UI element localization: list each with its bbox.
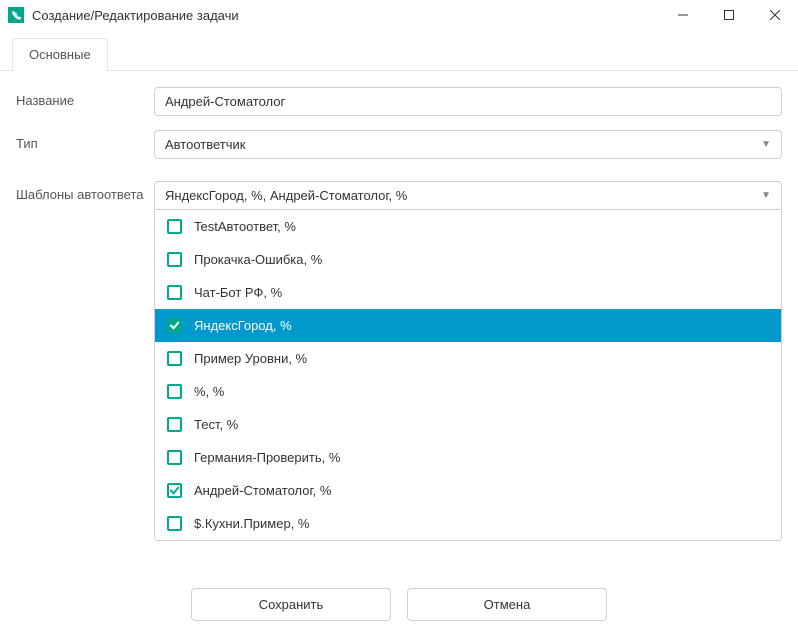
template-option-label: Тест, % — [194, 417, 238, 432]
template-option-label: %, % — [194, 384, 224, 399]
template-option[interactable]: Чат-Бот РФ, % — [155, 276, 781, 309]
name-input[interactable] — [154, 87, 782, 116]
template-option[interactable]: Прокачка-Ошибка, % — [155, 243, 781, 276]
templates-dropdown[interactable]: TestАвтоответ, % Прокачка-Ошибка, % Чат-Бо… — [154, 210, 782, 541]
template-option[interactable]: %, % — [155, 375, 781, 408]
template-option-label: Германия-Проверить, % — [194, 450, 340, 465]
template-option-label: ЯндексГород, % — [194, 318, 292, 333]
template-option-label: Пример Уровни, % — [194, 351, 307, 366]
template-option[interactable]: Тест, % — [155, 408, 781, 441]
template-option-label: Андрей-Стоматолог, % — [194, 483, 331, 498]
checkbox[interactable] — [167, 384, 182, 399]
template-option[interactable]: TestАвтоответ, % — [155, 210, 781, 243]
chevron-down-icon: ▼ — [761, 139, 771, 150]
template-option-label: Прокачка-Ошибка, % — [194, 252, 322, 267]
checkbox[interactable] — [167, 417, 182, 432]
checkbox[interactable] — [167, 285, 182, 300]
checkbox[interactable] — [167, 351, 182, 366]
checkbox[interactable] — [167, 318, 182, 333]
templates-select-value: ЯндексГород, %, Андрей-Стоматолог, % — [165, 188, 407, 203]
type-select-value: Автоответчик — [165, 137, 245, 152]
checkbox[interactable] — [167, 252, 182, 267]
template-option[interactable]: Германия-Проверить, % — [155, 441, 781, 474]
template-option[interactable]: Андрей-Стоматолог, % — [155, 474, 781, 507]
template-option[interactable]: $.Кухни.Пример, % — [155, 507, 781, 540]
app-icon — [8, 7, 24, 23]
cancel-button[interactable]: Отмена — [407, 588, 607, 621]
type-label: Тип — [16, 130, 154, 151]
maximize-button[interactable] — [706, 0, 752, 30]
template-option-label: Чат-Бот РФ, % — [194, 285, 282, 300]
form: Название Тип Автоответчик ▼ Шаблоны авто… — [0, 71, 798, 571]
save-button[interactable]: Сохранить — [191, 588, 391, 621]
template-option[interactable]: ЯндексГород, % — [155, 309, 781, 342]
checkbox[interactable] — [167, 219, 182, 234]
minimize-button[interactable] — [660, 0, 706, 30]
titlebar: Создание/Редактирование задачи — [0, 0, 798, 30]
tabs: Основные — [0, 30, 798, 71]
checkbox[interactable] — [167, 516, 182, 531]
templates-label: Шаблоны автоответа — [16, 181, 154, 202]
chevron-down-icon: ▼ — [761, 190, 771, 201]
template-option[interactable]: Пример Уровни, % — [155, 342, 781, 375]
name-label: Название — [16, 87, 154, 108]
close-button[interactable] — [752, 0, 798, 30]
templates-select[interactable]: ЯндексГород, %, Андрей-Стоматолог, % ▼ — [154, 181, 782, 210]
tab-main[interactable]: Основные — [12, 38, 108, 71]
checkbox[interactable] — [167, 483, 182, 498]
checkbox[interactable] — [167, 450, 182, 465]
type-select[interactable]: Автоответчик ▼ — [154, 130, 782, 159]
window-title: Создание/Редактирование задачи — [32, 8, 660, 23]
footer: Сохранить Отмена — [0, 588, 798, 621]
template-option-label: $.Кухни.Пример, % — [194, 516, 309, 531]
template-option-label: TestАвтоответ, % — [194, 219, 296, 234]
